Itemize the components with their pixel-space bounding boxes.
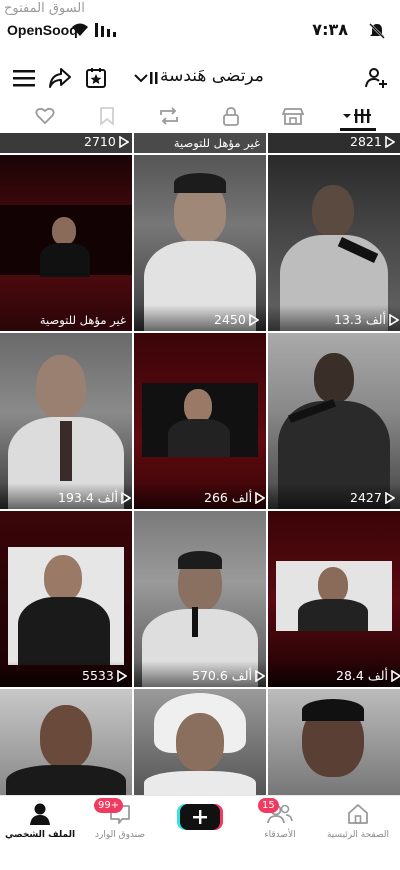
play-icon xyxy=(255,669,265,682)
nav-label: الأصدقاء xyxy=(264,830,296,840)
tab-liked[interactable] xyxy=(32,104,58,128)
repost-icon xyxy=(160,107,178,125)
video-thumbnail[interactable]: 2821 xyxy=(268,133,400,153)
person-figure xyxy=(176,713,224,771)
play-icon xyxy=(255,491,266,504)
play-icon xyxy=(391,669,400,682)
bell-muted-icon xyxy=(369,23,385,39)
view-count: 13.3 ألف xyxy=(334,312,400,327)
video-thumbnail[interactable]: غير مؤهل للتوصية xyxy=(0,155,132,331)
nav-label: الملف الشخصي xyxy=(4,830,76,840)
video-thumbnail[interactable]: 193.4 ألف xyxy=(0,333,132,509)
tab-saved[interactable] xyxy=(94,104,120,128)
inbox-badge: 99+ xyxy=(94,798,124,813)
pause-icon xyxy=(150,72,158,84)
signal-icon xyxy=(95,23,116,37)
view-count: 5533 xyxy=(82,668,127,683)
person-figure xyxy=(314,353,354,403)
nav-home[interactable]: الصفحة الرئيسية xyxy=(318,800,398,844)
tab-reposts[interactable] xyxy=(156,104,182,128)
view-count: 266 ألف xyxy=(204,490,266,505)
brand-label: OpenSooq xyxy=(7,22,78,38)
play-icon xyxy=(385,135,395,148)
share-button[interactable] xyxy=(46,64,74,92)
video-thumbnail[interactable]: 570.6 ألف xyxy=(134,511,266,687)
video-grid: 2710 غير مؤهل للتوصية 2821 غير مؤهل للتو… xyxy=(0,133,400,795)
video-thumbnail[interactable]: 2427 xyxy=(268,333,400,509)
plus-icon xyxy=(193,810,207,824)
nav-label: الصفحة الرئيسية xyxy=(326,830,390,840)
menu-button[interactable] xyxy=(10,64,38,92)
shop-icon xyxy=(282,108,304,125)
heart-icon xyxy=(35,107,55,125)
tab-private[interactable] xyxy=(218,104,244,128)
view-count: 2821 xyxy=(350,134,395,149)
play-icon xyxy=(121,491,131,504)
person-figure xyxy=(40,705,92,769)
content-tabs xyxy=(0,100,400,132)
nav-inbox[interactable]: 99+ صندوق الوارد xyxy=(80,798,160,844)
profile-username[interactable]: مرتضى هَندسة xyxy=(160,66,264,86)
video-thumbnail[interactable]: 13.3 ألف xyxy=(268,155,400,331)
nav-label: صندوق الوارد xyxy=(94,830,146,840)
add-friend-button[interactable] xyxy=(362,64,390,92)
play-icon xyxy=(119,135,129,148)
watermark: السوق المفتوح xyxy=(4,1,85,16)
bookmark-icon xyxy=(100,107,114,126)
videos-grid-icon xyxy=(343,109,371,123)
person-icon xyxy=(30,803,50,825)
video-thumbnail[interactable]: 2450 xyxy=(134,155,266,331)
nav-profile[interactable]: الملف الشخصي xyxy=(0,800,80,844)
person-figure xyxy=(52,217,76,245)
play-icon xyxy=(389,313,400,326)
pause-icon-wrap xyxy=(148,64,160,92)
view-count: 570.6 ألف xyxy=(192,668,265,683)
active-tab-indicator xyxy=(340,128,376,131)
person-figure xyxy=(44,555,82,601)
video-thumbnail[interactable] xyxy=(268,689,400,795)
play-icon xyxy=(117,669,127,682)
create-button[interactable] xyxy=(180,804,220,830)
calendar-star-icon xyxy=(86,68,106,88)
nav-friends[interactable]: 15 الأصدقاء xyxy=(240,798,320,844)
view-count: 28.4 ألف xyxy=(336,668,400,683)
wifi-icon xyxy=(72,23,88,36)
video-thumbnail[interactable]: غير مؤهل للتوصية xyxy=(134,133,266,153)
friends-badge: 15 xyxy=(258,798,279,813)
tab-shop[interactable] xyxy=(280,104,306,128)
profile-header: مرتضى هَندسة xyxy=(0,58,400,96)
view-count: 2450 xyxy=(214,312,259,327)
video-thumbnail[interactable] xyxy=(0,689,132,795)
share-arrow-icon xyxy=(49,68,71,88)
play-icon xyxy=(385,491,395,504)
video-thumbnail[interactable] xyxy=(134,689,266,795)
lock-icon xyxy=(223,107,239,126)
video-caption: غير مؤهل للتوصية xyxy=(39,313,126,327)
hamburger-icon xyxy=(13,70,35,87)
status-bar: OpenSooq ٧:٣٨ xyxy=(0,18,400,44)
bottom-navigation: الملف الشخصي 99+ صندوق الوارد 15 الأصدقا… xyxy=(0,795,400,870)
video-thumbnail[interactable]: 266 ألف xyxy=(134,333,266,509)
clock: ٧:٣٨ xyxy=(312,20,348,39)
view-count: 193.4 ألف xyxy=(58,490,131,505)
add-person-icon xyxy=(365,68,387,88)
person-figure xyxy=(312,185,354,237)
view-count: 2710 xyxy=(84,134,129,149)
person-figure xyxy=(318,567,348,603)
microphone xyxy=(192,607,198,637)
chevron-down-icon xyxy=(134,74,148,83)
calendar-star-button[interactable] xyxy=(82,64,110,92)
play-icon xyxy=(249,313,259,326)
video-caption: غير مؤهل للتوصية xyxy=(173,136,260,150)
person-figure xyxy=(36,355,86,419)
view-count: 2427 xyxy=(350,490,395,505)
video-thumbnail[interactable]: 28.4 ألف xyxy=(268,511,400,687)
video-thumbnail[interactable]: 5533 xyxy=(0,511,132,687)
video-thumbnail[interactable]: 2710 xyxy=(0,133,132,153)
person-figure xyxy=(184,389,212,423)
home-icon xyxy=(348,804,368,824)
tab-videos[interactable] xyxy=(340,104,374,128)
